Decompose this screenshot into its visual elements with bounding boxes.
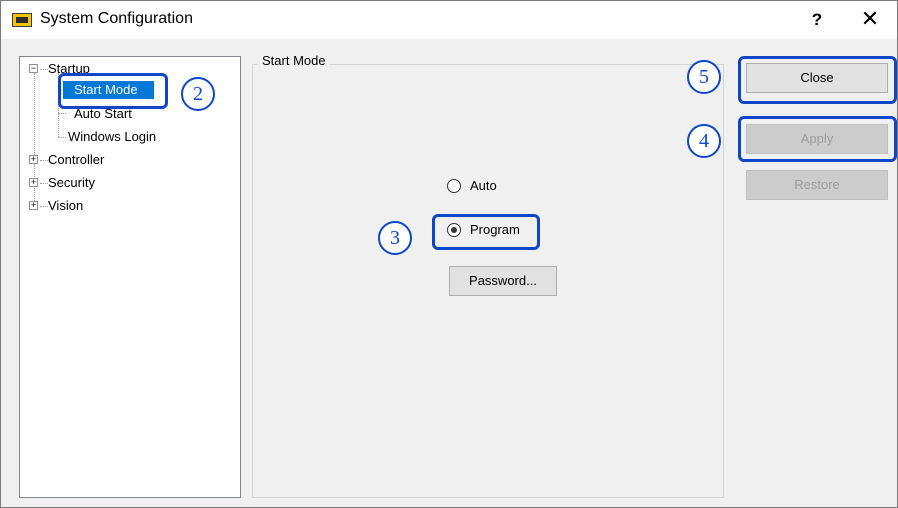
group-title: Start Mode xyxy=(258,53,330,68)
app-icon xyxy=(12,13,32,27)
collapse-icon[interactable]: − xyxy=(29,64,38,73)
tree-item-security[interactable]: Security xyxy=(48,175,95,191)
highlight-start-mode xyxy=(58,73,168,109)
tree-line xyxy=(40,160,48,161)
expand-icon[interactable]: + xyxy=(29,155,38,164)
expand-icon[interactable]: + xyxy=(29,178,38,187)
callout-2: 2 xyxy=(181,77,215,111)
tree-line xyxy=(58,137,66,138)
settings-tree[interactable]: − Startup Start Mode Auto Start Windows … xyxy=(19,56,241,498)
password-button[interactable]: Password... xyxy=(449,266,557,296)
tree-item-windows-login[interactable]: Windows Login xyxy=(68,129,156,145)
callout-4: 4 xyxy=(687,124,721,158)
expand-icon[interactable]: + xyxy=(29,201,38,210)
help-button[interactable]: ? xyxy=(800,6,834,34)
window-title: System Configuration xyxy=(40,10,193,27)
callout-3: 3 xyxy=(378,221,412,255)
tree-line xyxy=(58,113,66,114)
radio-auto-label[interactable]: Auto xyxy=(470,178,497,193)
tree-line xyxy=(40,69,48,70)
tree-line xyxy=(40,183,48,184)
highlight-close xyxy=(738,56,897,104)
highlight-program xyxy=(432,214,540,250)
callout-5: 5 xyxy=(687,60,721,94)
restore-button[interactable]: Restore xyxy=(746,170,888,200)
radio-auto[interactable] xyxy=(447,179,461,193)
tree-line xyxy=(40,206,48,207)
highlight-apply xyxy=(738,116,897,162)
tree-item-controller[interactable]: Controller xyxy=(48,152,104,168)
tree-item-vision[interactable]: Vision xyxy=(48,198,83,214)
close-window-icon[interactable]: ✕ xyxy=(850,6,890,34)
